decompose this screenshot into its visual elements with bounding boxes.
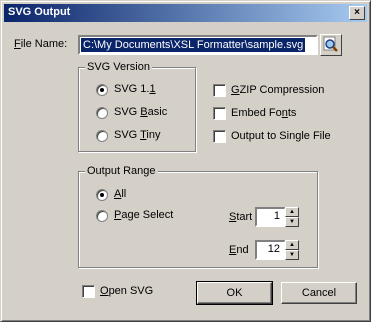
ok-button[interactable]: OK (196, 281, 273, 305)
end-label: End (229, 244, 249, 256)
embed-fonts-checkbox[interactable] (213, 107, 226, 120)
magnifier-icon (323, 36, 338, 52)
embed-fonts-label[interactable]: Embed Fonts (231, 107, 296, 119)
svg-11-radio[interactable] (96, 84, 108, 96)
page-select-radio[interactable] (96, 210, 108, 222)
title-bar[interactable]: SVG Output × (4, 4, 367, 22)
start-value[interactable]: 1 (255, 207, 286, 227)
cancel-button[interactable]: Cancel (281, 282, 357, 304)
close-button[interactable]: × (349, 6, 365, 20)
file-name-label: File Name: (14, 38, 68, 50)
file-name-value: C:\My Documents\XSL Formatter\sample.svg (81, 38, 306, 52)
start-down-arrow-icon[interactable]: ▼ (285, 217, 299, 227)
start-label: Start (229, 211, 253, 223)
gzip-label[interactable]: GZIP Compression (231, 84, 324, 96)
single-file-checkbox[interactable] (213, 130, 226, 143)
svg-tiny-radio[interactable] (96, 130, 108, 142)
svg-tiny-label[interactable]: SVG Tiny (114, 129, 160, 141)
svg-11-label[interactable]: SVG 1.1 (114, 83, 156, 95)
browse-button[interactable] (320, 34, 342, 56)
start-spinner[interactable]: 1 ▲ ▼ (255, 207, 299, 227)
end-spinner[interactable]: 12 ▲ ▼ (255, 240, 299, 260)
svg-basic-radio[interactable] (96, 107, 108, 119)
page-select-label[interactable]: Page Select (114, 209, 173, 221)
end-down-arrow-icon[interactable]: ▼ (285, 250, 299, 260)
end-value[interactable]: 12 (255, 240, 286, 260)
start-up-arrow-icon[interactable]: ▲ (285, 207, 299, 217)
all-label[interactable]: All (114, 188, 126, 200)
output-range-title: Output Range (85, 165, 158, 177)
gzip-checkbox[interactable] (213, 84, 226, 97)
all-radio[interactable] (96, 189, 108, 201)
single-file-label[interactable]: Output to Single File (231, 130, 331, 142)
end-up-arrow-icon[interactable]: ▲ (285, 240, 299, 250)
svg-version-title: SVG Version (85, 61, 152, 73)
window-title: SVG Output (8, 6, 71, 18)
file-name-input[interactable]: C:\My Documents\XSL Formatter\sample.svg (78, 35, 318, 55)
open-svg-label[interactable]: Open SVG (100, 285, 153, 297)
open-svg-checkbox[interactable] (82, 285, 95, 298)
svg-basic-label[interactable]: SVG Basic (114, 106, 167, 118)
